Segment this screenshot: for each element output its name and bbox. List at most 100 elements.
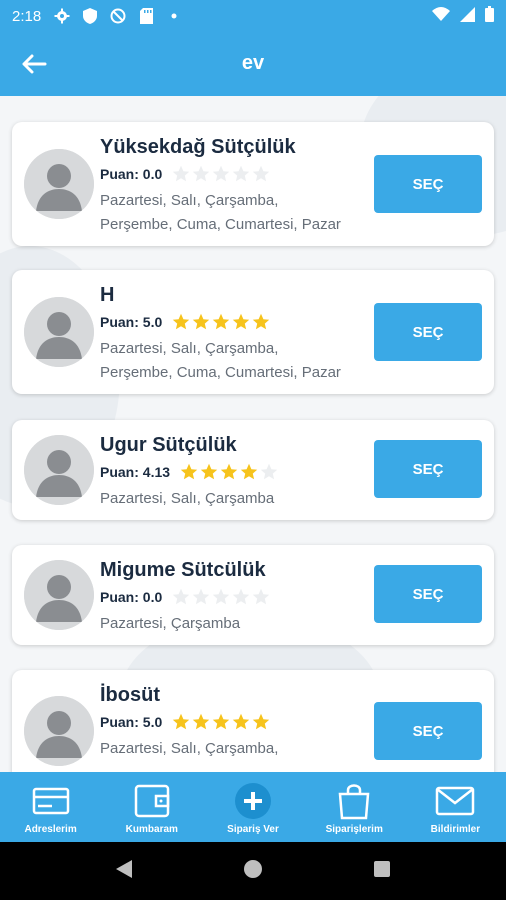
star-icon <box>233 165 250 182</box>
supplier-info: Yüksekdağ Sütçülük Puan: 0.0 Pazartesi, … <box>100 136 370 237</box>
delivery-days-line: Pazartesi, Çarşamba <box>100 615 241 632</box>
plus-circle-icon <box>233 782 273 820</box>
supplier-name: Ugur Sütçülük <box>100 434 237 456</box>
rating-row: Puan: 5.0 <box>100 313 370 331</box>
rating-row: Puan: 5.0 <box>100 713 370 731</box>
star-icon <box>193 588 210 605</box>
mail-icon <box>435 782 475 820</box>
page-title: ev <box>241 52 265 74</box>
supplier-info: H Puan: 5.0 Pazartesi, Salı, Çarşamba, P… <box>100 284 370 385</box>
select-button[interactable]: SEÇ <box>374 155 482 213</box>
card-icon <box>31 782 71 820</box>
nav-item-bildirimler[interactable]: Bildirimler <box>405 772 506 842</box>
battery-icon <box>485 6 494 26</box>
supplier-name: Migume Sütcülük <box>100 559 266 581</box>
rating-row: Puan: 0.0 <box>100 588 370 606</box>
status-time: 2:18 <box>12 7 42 25</box>
delivery-days-line: Pazartesi, Salı, Çarşamba <box>100 490 275 507</box>
delivery-days: Pazartesi, Salı, Çarşamba, Perşembe, Cum… <box>100 189 370 237</box>
shield-icon <box>81 7 99 25</box>
supplier-card: İbosüt Puan: 5.0 Pazartesi, Salı, Çarşam… <box>12 670 494 772</box>
supplier-info: Ugur Sütçülük Puan: 4.13 Pazartesi, Salı… <box>100 434 370 511</box>
star-icon <box>253 165 270 182</box>
star-icon <box>253 313 270 330</box>
avatar <box>24 696 94 766</box>
delivery-days-line: Perşembe, Cuma, Cumartesi, Pazar <box>100 364 341 381</box>
system-navigation-bar <box>0 842 506 900</box>
star-icon <box>180 463 198 480</box>
supplier-card: H Puan: 5.0 Pazartesi, Salı, Çarşamba, P… <box>12 270 494 394</box>
supplier-info: İbosüt Puan: 5.0 Pazartesi, Salı, Çarşam… <box>100 684 370 761</box>
rating-label: Puan: 5.0 <box>100 314 163 330</box>
gear-icon <box>53 7 71 25</box>
avatar <box>24 560 94 630</box>
star-icon <box>233 713 250 730</box>
rating-label: Puan: 5.0 <box>100 714 163 730</box>
rating-row: Puan: 0.0 <box>100 165 370 183</box>
star-icon <box>213 713 230 730</box>
delivery-days-line: Pazartesi, Salı, Çarşamba, <box>100 740 279 757</box>
delivery-days: Pazartesi, Salı, Çarşamba <box>100 487 370 511</box>
delivery-days-line: Pazartesi, Salı, Çarşamba, <box>100 192 279 209</box>
delivery-days: Pazartesi, Salı, Çarşamba, Perşembe, Cum… <box>100 337 370 385</box>
star-icon <box>253 588 270 605</box>
delivery-days: Pazartesi, Salı, Çarşamba, <box>100 737 370 761</box>
nav-label: Sipariş Ver <box>227 824 279 835</box>
sd-card-icon <box>137 7 155 25</box>
select-button[interactable]: SEÇ <box>374 702 482 760</box>
star-icon <box>200 463 218 480</box>
supplier-list[interactable]: Yüksekdağ Sütçülük Puan: 0.0 Pazartesi, … <box>0 96 506 772</box>
rating-row: Puan: 4.13 <box>100 463 370 481</box>
star-icon <box>233 588 250 605</box>
back-triangle-icon[interactable] <box>115 859 133 884</box>
select-button[interactable]: SEÇ <box>374 565 482 623</box>
delivery-days: Pazartesi, Çarşamba <box>100 612 370 636</box>
star-icon <box>193 165 210 182</box>
rating-label: Puan: 0.0 <box>100 589 163 605</box>
nav-item-siparis-ver[interactable]: Sipariş Ver <box>202 772 303 842</box>
recents-square-icon[interactable] <box>373 860 391 883</box>
status-bar: 2:18 <box>0 0 506 32</box>
rating-label: Puan: 0.0 <box>100 166 163 182</box>
nav-label: Adreslerim <box>24 824 77 835</box>
nav-item-adreslerim[interactable]: Adreslerim <box>0 772 101 842</box>
dot-icon <box>165 7 183 25</box>
app-bar: ev <box>0 32 506 96</box>
delivery-days-line: Perşembe, Cuma, Cumartesi, Pazar <box>100 216 341 233</box>
avatar <box>24 149 94 219</box>
nav-item-kumbaram[interactable]: Kumbaram <box>101 772 202 842</box>
home-circle-icon[interactable] <box>243 859 263 884</box>
rating-label: Puan: 4.13 <box>100 464 171 480</box>
star-icon <box>173 165 190 182</box>
star-icon <box>173 588 190 605</box>
signal-icon <box>460 6 475 26</box>
star-icon <box>233 313 250 330</box>
wifi-icon <box>432 7 450 25</box>
star-icon <box>213 313 230 330</box>
nav-label: Kumbaram <box>125 824 178 835</box>
star-icon <box>193 313 210 330</box>
supplier-info: Migume Sütcülük Puan: 0.0 Pazartesi, Çar… <box>100 559 370 636</box>
star-rating <box>180 463 278 481</box>
supplier-card: Yüksekdağ Sütçülük Puan: 0.0 Pazartesi, … <box>12 122 494 246</box>
avatar <box>24 297 94 367</box>
nav-label: Bildirimler <box>430 824 481 835</box>
select-button[interactable]: SEÇ <box>374 440 482 498</box>
status-right <box>432 6 494 26</box>
supplier-card: Ugur Sütçülük Puan: 4.13 Pazartesi, Salı… <box>12 420 494 520</box>
star-icon <box>193 713 210 730</box>
star-icon <box>260 463 278 480</box>
nav-item-siparislerim[interactable]: Siparişlerim <box>304 772 405 842</box>
nav-label: Siparişlerim <box>325 824 383 835</box>
select-button[interactable]: SEÇ <box>374 303 482 361</box>
supplier-name: Yüksekdağ Sütçülük <box>100 136 296 158</box>
supplier-name: İbosüt <box>100 684 160 706</box>
bottom-navigation: Adreslerim Kumbaram Sipariş Ver Siparişl… <box>0 772 506 842</box>
star-icon <box>213 165 230 182</box>
star-rating <box>172 165 270 183</box>
no-sim-icon <box>109 7 127 25</box>
shopping-bag-icon <box>334 782 374 820</box>
star-icon <box>253 713 270 730</box>
star-icon <box>173 313 190 330</box>
wallet-icon <box>132 782 172 820</box>
